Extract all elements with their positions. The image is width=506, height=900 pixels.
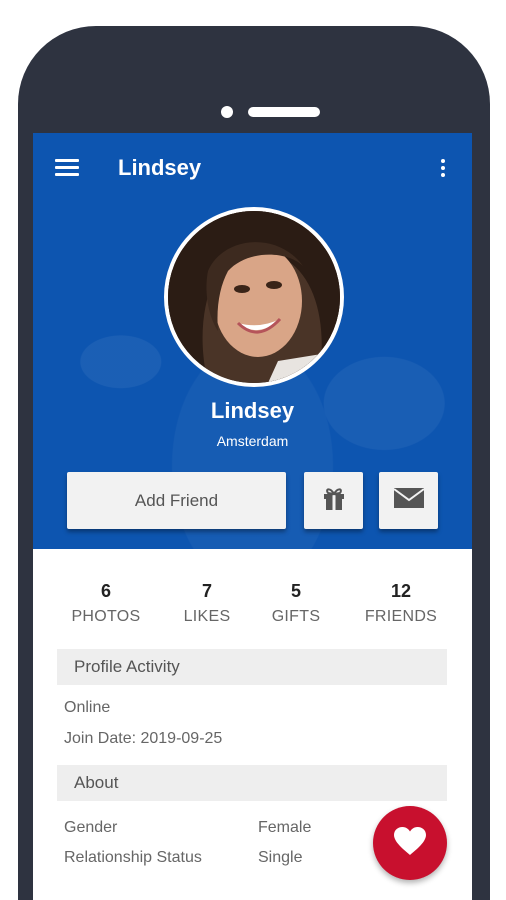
more-vert-icon[interactable] [438, 157, 448, 179]
front-camera [221, 106, 233, 118]
envelope-icon [392, 486, 425, 515]
profile-header: Lindsey Lindsey Amsterdam Add Friend [33, 133, 472, 549]
app-screen: Lindsey Lindsey Amsterdam Add Friend 6 P… [33, 133, 472, 900]
like-fab-button[interactable] [373, 806, 447, 880]
send-gift-button[interactable] [304, 472, 363, 529]
gender-label: Gender [64, 819, 118, 836]
stat-label: GIFTS [271, 608, 321, 625]
stat-value: 12 [390, 581, 412, 601]
stat-value: 5 [290, 581, 301, 601]
profile-activity-header: Profile Activity [57, 649, 447, 685]
hamburger-menu-icon[interactable] [55, 159, 81, 177]
online-status: Online [64, 699, 111, 716]
about-header: About [57, 765, 447, 801]
profile-name: Lindsey [210, 398, 295, 423]
relationship-status-value: Single [258, 849, 303, 866]
profile-stats: 6 PHOTOS 7 LIKES 5 GIFTS 12 FRIENDS [33, 581, 472, 631]
stat-label: FRIENDS [364, 608, 438, 625]
join-date: Join Date: 2019-09-25 [64, 730, 223, 747]
profile-location: Amsterdam [216, 433, 289, 449]
stat-gifts[interactable]: 5 GIFTS [236, 581, 356, 626]
gender-value: Female [258, 819, 312, 836]
add-friend-button[interactable]: Add Friend [67, 472, 286, 529]
relationship-status-label: Relationship Status [64, 849, 202, 866]
app-bar-title: Lindsey [118, 155, 202, 180]
earpiece-speaker [248, 107, 320, 117]
stat-friends[interactable]: 12 FRIENDS [341, 581, 461, 626]
heart-icon [393, 826, 427, 861]
send-message-button[interactable] [379, 472, 438, 529]
avatar[interactable] [164, 207, 344, 387]
gift-icon [320, 484, 348, 517]
